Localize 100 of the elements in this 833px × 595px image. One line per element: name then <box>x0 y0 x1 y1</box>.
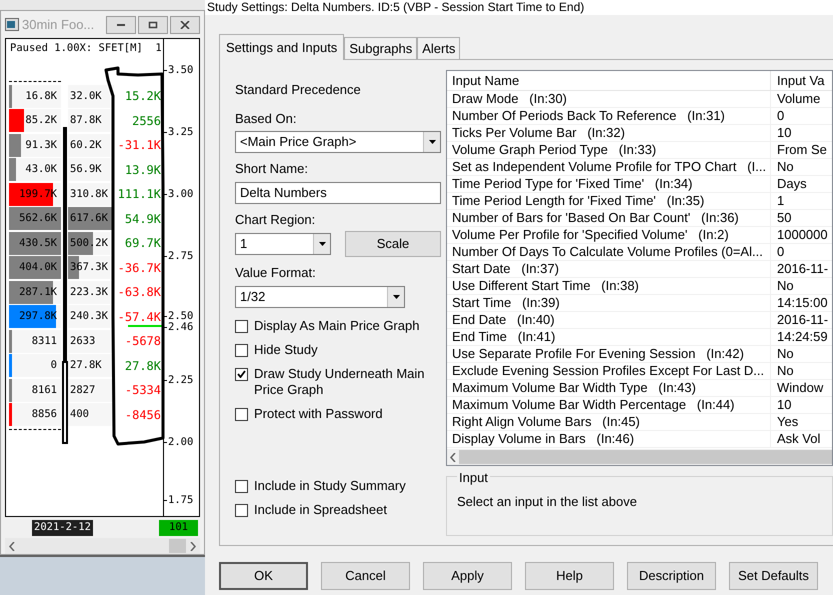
input-value-cell[interactable]: 0 <box>771 244 832 260</box>
field-label: Chart Region: <box>235 210 316 229</box>
input-name-cell[interactable]: Ticks Per Volume Bar (In:32) <box>447 125 771 141</box>
checkbox[interactable] <box>235 408 248 420</box>
input-name-cell[interactable]: Right Align Volume Bars (In:45) <box>447 414 771 430</box>
dialog-button[interactable]: Apply <box>423 562 512 590</box>
delta-value: 111.1K <box>118 187 162 202</box>
bid-volume: 16.8K <box>25 90 58 103</box>
input-value-cell[interactable]: Window <box>771 380 832 396</box>
input-name-cell[interactable]: Start Time (In:39) <box>447 295 771 311</box>
input-value-cell[interactable]: Volume <box>771 91 832 107</box>
input-value-cell[interactable]: 1000000 <box>771 227 832 243</box>
input-value-cell[interactable]: No <box>771 346 832 362</box>
bid-volume: 8161 <box>32 384 58 397</box>
input-value-cell[interactable]: From Se <box>771 142 832 158</box>
scroll-thumb[interactable] <box>459 450 832 464</box>
dropdown-button[interactable] <box>313 234 330 254</box>
dialog-button[interactable]: OK <box>219 562 308 590</box>
input-name-cell[interactable]: Display Volume in Bars (In:46) <box>447 431 771 447</box>
axis-tick <box>164 316 167 318</box>
restore-button[interactable] <box>138 16 168 34</box>
input-name-cell[interactable]: Use Different Start Time (In:38) <box>447 278 771 294</box>
bar-count-label: 101 <box>159 520 198 536</box>
input-name-cell[interactable]: Use Separate Profile For Evening Session (In:42) <box>447 346 771 362</box>
input-value-cell[interactable]: 14:24:59 <box>771 329 832 345</box>
input-name-cell[interactable]: Draw Mode (In:30) <box>447 91 771 107</box>
input-name-cell[interactable]: Start Date (In:37) <box>447 261 771 277</box>
checkbox[interactable] <box>235 320 248 332</box>
input-name-cell[interactable]: Maximum Volume Bar Width Percentage (In:44) <box>447 397 771 413</box>
caret-icon <box>428 140 436 144</box>
checkbox-label: Hide Study <box>254 342 319 358</box>
minimize-button[interactable] <box>106 16 136 34</box>
input-value-cell[interactable]: 2016-11- <box>771 312 832 328</box>
input-value-cell[interactable]: 2016-11- <box>771 261 832 277</box>
bid-volume: 8311 <box>32 334 58 348</box>
column-header[interactable]: Input Va <box>771 71 832 90</box>
price-label: 2.25 <box>167 375 194 386</box>
input-value-cell[interactable]: No <box>771 363 832 379</box>
input-name-cell[interactable]: Time Period Length for 'Fixed Time' (In:35) <box>447 193 771 209</box>
scroll-left-icon <box>9 542 15 551</box>
input-value-cell[interactable]: No <box>771 278 832 294</box>
checkbox[interactable] <box>235 344 248 356</box>
ask-volume: 2827 <box>69 384 96 397</box>
scale-button[interactable]: Scale <box>345 231 441 257</box>
tab[interactable]: Alerts <box>417 37 460 59</box>
delta-value: 2556 <box>132 114 162 128</box>
column-header[interactable]: Input Name <box>447 71 771 90</box>
input-value-cell[interactable]: Days <box>771 176 832 192</box>
input-name-cell[interactable]: Number Of Periods Back To Reference (In:31) <box>447 108 771 124</box>
dropdown-field[interactable]: 1 <box>235 233 331 255</box>
dialog-button[interactable]: Set Defaults <box>729 562 818 590</box>
input-name-cell[interactable]: Number of Bars for 'Based On Bar Count' (In:36) <box>447 210 771 226</box>
bid-volume: 404.0K <box>19 261 58 274</box>
input-value-cell[interactable]: Yes <box>771 414 832 430</box>
input-value-cell[interactable]: No <box>771 159 832 175</box>
input-name-cell[interactable]: End Date (In:40) <box>447 312 771 328</box>
input-name-cell[interactable]: Time Period Type for 'Fixed Time' (In:34) <box>447 176 771 192</box>
delta-value: -36.7K <box>118 260 162 275</box>
checkbox-label: Include in Study Summary <box>254 478 407 494</box>
input-value-cell[interactable]: 0 <box>771 108 832 124</box>
horizontal-scrollbar[interactable] <box>447 449 832 465</box>
input-name-cell[interactable]: End Time (In:41) <box>447 329 771 345</box>
close-button[interactable] <box>170 16 200 34</box>
horizontal-scrollbar[interactable] <box>5 538 200 554</box>
input-name-cell[interactable]: Set as Independent Volume Profile for TPO Chart (I... <box>447 159 771 175</box>
dialog-button[interactable]: Help <box>525 562 614 590</box>
dropdown-field[interactable]: <Main Price Graph> <box>235 131 441 153</box>
input-name-cell[interactable]: Maximum Volume Bar Width Type (In:43) <box>447 380 771 396</box>
ask-volume: 400 <box>69 408 89 422</box>
input-value-cell[interactable]: 10 <box>771 397 832 413</box>
input-value-cell[interactable]: 50 <box>771 210 832 226</box>
delta-value: -8456 <box>124 408 162 422</box>
input-name-cell[interactable]: Exclude Evening Session Profiles Except For Last D... <box>447 363 771 379</box>
tab[interactable]: Settings and Inputs <box>219 34 344 60</box>
checkbox-label: Draw Study Underneath Main Price Graph <box>254 366 426 398</box>
ask-volume: 223.3K <box>69 286 108 299</box>
dropdown-button[interactable] <box>387 286 404 306</box>
input-name-cell[interactable]: Volume Per Profile for 'Specified Volume' (In:2) <box>447 227 771 243</box>
chart-status-text: Paused 1.00X: SFET[M] 1 <box>9 41 162 56</box>
delta-value: -5678 <box>124 334 162 348</box>
tab[interactable]: Subgraphs <box>344 37 418 59</box>
dropdown-button[interactable] <box>423 132 440 152</box>
axis-tick <box>164 194 167 196</box>
input-name-cell[interactable]: Volume Graph Period Type (In:33) <box>447 142 771 158</box>
input-value-cell[interactable]: 14:15:00 <box>771 295 832 311</box>
price-label: 2.75 <box>167 251 194 262</box>
dialog-button[interactable]: Cancel <box>321 562 410 590</box>
checkbox[interactable] <box>235 368 248 380</box>
input-value-cell[interactable]: 10 <box>771 125 832 141</box>
short-name-field[interactable]: Delta Numbers <box>235 182 441 204</box>
dialog-button[interactable]: Description <box>627 562 716 590</box>
field-label: Value Format: <box>235 264 317 282</box>
dropdown-field[interactable]: 1/32 <box>235 286 405 308</box>
scroll-thumb[interactable] <box>169 539 186 554</box>
input-value-cell[interactable]: 1 <box>771 193 832 209</box>
axis-tick <box>164 132 167 134</box>
checkbox[interactable] <box>235 504 248 516</box>
input-value-cell[interactable]: Ask Vol <box>771 431 832 447</box>
checkbox[interactable] <box>235 480 248 492</box>
input-name-cell[interactable]: Number Of Days To Calculate Volume Profiles (0=Al... <box>447 244 771 260</box>
